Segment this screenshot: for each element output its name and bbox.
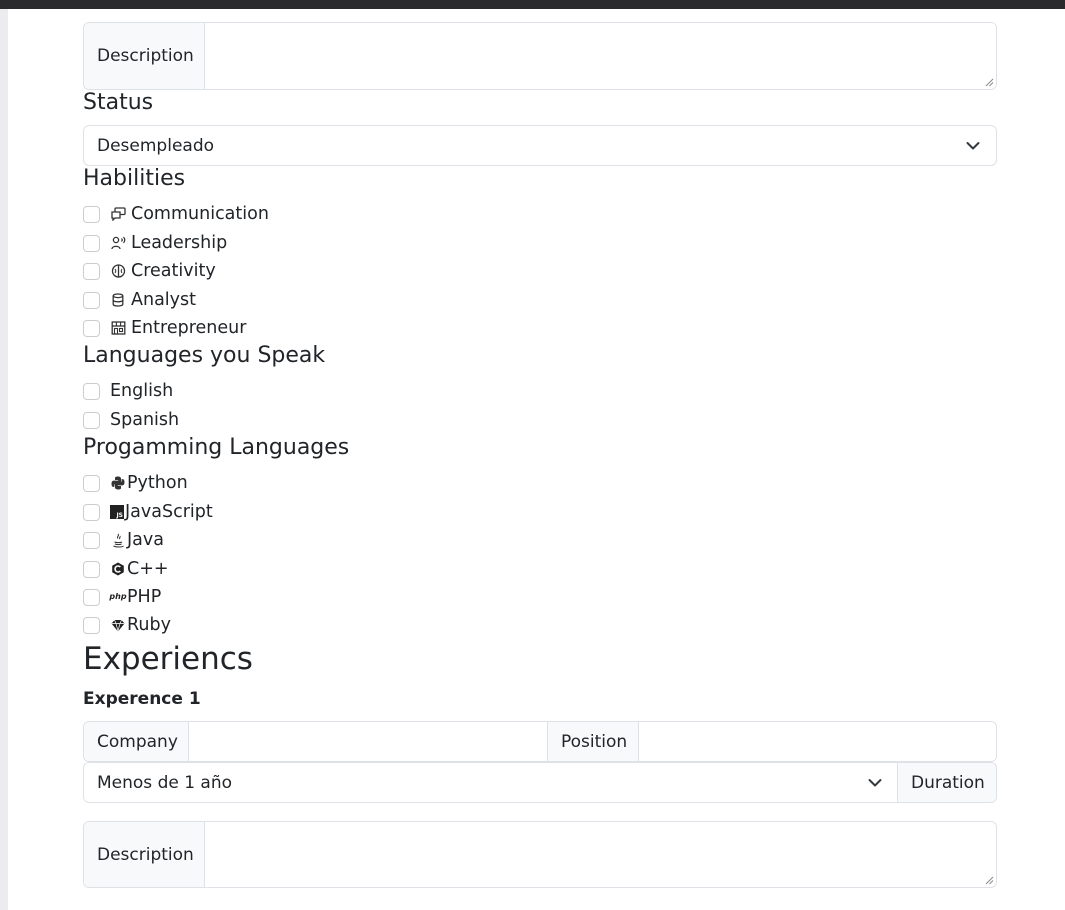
left-gutter [0, 9, 8, 910]
programming-heading: Progamming Languages [83, 435, 350, 460]
checkbox[interactable] [83, 319, 100, 337]
experience-description-label: Description [84, 822, 205, 887]
language-label: Spanish [110, 410, 180, 430]
checkbox[interactable] [83, 411, 100, 429]
checkbox[interactable] [83, 262, 100, 280]
hability-label: Entrepreneur [131, 318, 247, 338]
resize-grip-icon[interactable] [985, 78, 994, 87]
hability-analyst: Analyst [83, 288, 196, 312]
chevron-down-icon [966, 141, 980, 149]
cplusplus-icon [110, 561, 126, 577]
checkbox[interactable] [83, 291, 100, 309]
hability-label: Analyst [131, 290, 196, 310]
programming-python: Python [83, 471, 188, 495]
language-label: English [110, 381, 174, 401]
checkbox[interactable] [83, 474, 100, 492]
company-input[interactable] [189, 722, 547, 761]
javascript-icon-text: JS [116, 512, 123, 519]
checkbox[interactable] [83, 205, 100, 223]
hability-label: Leadership [131, 233, 228, 253]
checkbox[interactable] [83, 560, 100, 578]
programming-label: Java [127, 530, 164, 550]
duration-selected-value: Menos de 1 año [97, 772, 233, 793]
checkbox[interactable] [83, 588, 100, 606]
programming-java: Java [83, 528, 164, 552]
hability-label: Communication [131, 204, 269, 224]
languages-heading: Languages you Speak [83, 343, 326, 368]
language-spanish: Spanish [83, 408, 179, 432]
javascript-icon: JS [110, 505, 124, 519]
company-position-group: Company Position [83, 721, 997, 762]
company-label: Company [84, 722, 189, 761]
programming-cplusplus: C++ [83, 557, 169, 581]
php-icon: php [109, 589, 127, 605]
checkbox[interactable] [83, 503, 100, 521]
programming-javascript: JS JavaScript [83, 500, 213, 524]
description-textarea[interactable] [205, 23, 996, 89]
language-english: English [83, 379, 173, 403]
programming-label: Python [127, 473, 188, 493]
duration-label: Duration [897, 763, 996, 802]
hability-label: Creativity [131, 261, 216, 281]
experience-description-group: Description [83, 821, 997, 888]
python-icon [110, 475, 126, 491]
position-label: Position [547, 722, 639, 761]
programming-ruby: Ruby [83, 613, 171, 637]
programming-label: C++ [127, 559, 169, 579]
duration-group: Menos de 1 año Duration [83, 762, 997, 803]
chevron-down-icon [868, 778, 882, 786]
description-group: Description [83, 22, 997, 90]
checkbox[interactable] [83, 616, 100, 634]
checkbox[interactable] [83, 234, 100, 252]
hability-entrepreneur: Entrepreneur [83, 316, 246, 340]
resize-grip-icon[interactable] [985, 876, 994, 885]
status-select[interactable]: Desempleado [83, 125, 997, 166]
ruby-icon [110, 617, 126, 633]
experience-entry-title: Experence 1 [83, 689, 201, 709]
shop-icon [110, 320, 126, 336]
brain-icon [110, 263, 126, 279]
programming-label: Ruby [127, 615, 171, 635]
database-icon [110, 292, 126, 308]
chat-bubbles-icon [110, 206, 126, 222]
habilities-heading: Habilities [83, 166, 186, 191]
programming-php: php PHP [83, 585, 161, 609]
person-speaking-icon [110, 235, 126, 251]
position-input[interactable] [639, 722, 996, 761]
experience-description-textarea[interactable] [205, 822, 996, 887]
hability-creativity: Creativity [83, 259, 216, 283]
status-heading: Status [83, 90, 154, 115]
checkbox[interactable] [83, 531, 100, 549]
hability-communication: Communication [83, 202, 269, 226]
java-icon [110, 532, 126, 548]
experiences-heading: Experiencs [83, 641, 253, 677]
browser-top-bar [0, 0, 1065, 9]
checkbox[interactable] [83, 382, 100, 400]
programming-label: PHP [127, 587, 162, 607]
description-label: Description [84, 23, 205, 89]
programming-label: JavaScript [125, 502, 213, 522]
duration-select[interactable]: Menos de 1 año [84, 763, 897, 802]
status-selected-value: Desempleado [97, 135, 215, 156]
hability-leadership: Leadership [83, 231, 227, 255]
php-icon-text: php [109, 592, 127, 601]
